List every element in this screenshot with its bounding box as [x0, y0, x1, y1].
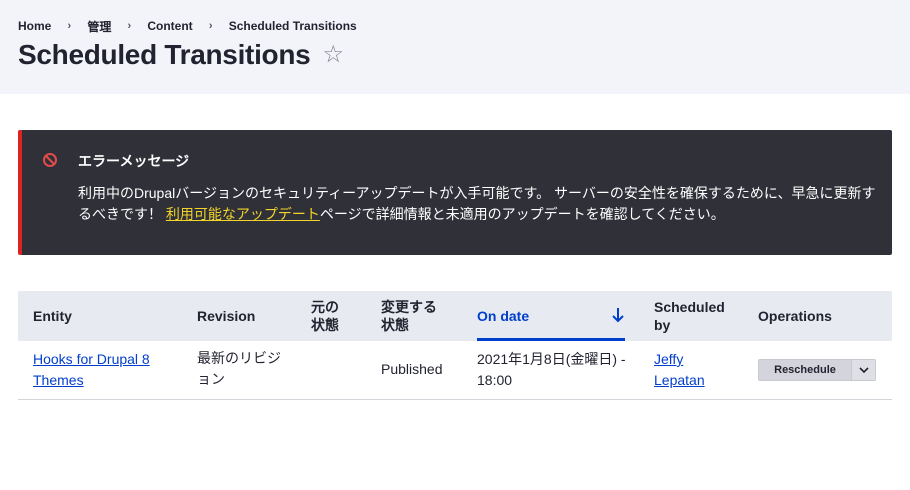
cell-scheduled-by: Jeffy Lepatan	[654, 349, 724, 391]
column-revision: Revision	[197, 308, 256, 324]
reschedule-button[interactable]: Reschedule	[759, 360, 851, 380]
user-link[interactable]: Jeffy Lepatan	[654, 351, 705, 388]
star-icon[interactable]: ☆	[322, 43, 344, 67]
operations-dropbutton: Reschedule	[758, 359, 876, 381]
sort-descending-icon[interactable]	[610, 306, 626, 324]
table-header: Entity Revision 元の状態 変更する状態 On date Sche…	[18, 291, 892, 341]
table-row: Hooks for Drupal 8 Themes 最新のリビジョン Publi…	[18, 341, 892, 400]
error-message-body: 利用中のDrupalバージョンのセキュリティーアップデートが入手可能です。 サー…	[78, 183, 878, 225]
column-operations: Operations	[758, 308, 832, 324]
chevron-right-icon: ›	[208, 20, 213, 32]
column-to-state: 変更する状態	[381, 299, 437, 333]
column-from-state: 元の状態	[311, 299, 339, 333]
chevron-right-icon: ›	[67, 20, 72, 32]
column-on-date[interactable]: On date	[477, 307, 529, 325]
error-message-text-after: ページで詳細情報と未適用のアップデートを確認してください。	[319, 206, 725, 222]
column-scheduled-by: Scheduled by	[654, 299, 725, 333]
error-icon	[43, 153, 57, 167]
cell-revision: 最新のリビジョン	[197, 350, 281, 387]
breadcrumb-admin[interactable]: 管理	[87, 18, 111, 35]
cell-on-date: 2021年1月8日(金曜日) - 18:00	[477, 351, 626, 388]
page-title: Scheduled Transitions	[18, 39, 311, 70]
chevron-right-icon: ›	[127, 20, 132, 32]
cell-entity: Hooks for Drupal 8 Themes	[33, 349, 173, 391]
error-message: エラーメッセージ 利用中のDrupalバージョンのセキュリティーアップデートが入…	[18, 130, 892, 255]
column-entity: Entity	[33, 308, 72, 324]
title-row: Scheduled Transitions ☆	[18, 36, 344, 74]
entity-link[interactable]: Hooks for Drupal 8 Themes	[33, 351, 150, 388]
breadcrumb-scheduled-transitions[interactable]: Scheduled Transitions	[229, 19, 357, 33]
cell-to-state: Published	[381, 361, 443, 377]
operations-toggle[interactable]	[851, 360, 875, 380]
chevron-down-icon	[858, 366, 869, 373]
breadcrumb-home[interactable]: Home	[18, 19, 51, 33]
available-updates-link[interactable]: 利用可能なアップデート	[166, 206, 320, 222]
page-header: Home › 管理 › Content › Scheduled Transiti…	[0, 0, 910, 94]
breadcrumb: Home › 管理 › Content › Scheduled Transiti…	[18, 18, 357, 34]
breadcrumb-content[interactable]: Content	[147, 19, 192, 33]
error-message-title: エラーメッセージ	[78, 153, 190, 169]
